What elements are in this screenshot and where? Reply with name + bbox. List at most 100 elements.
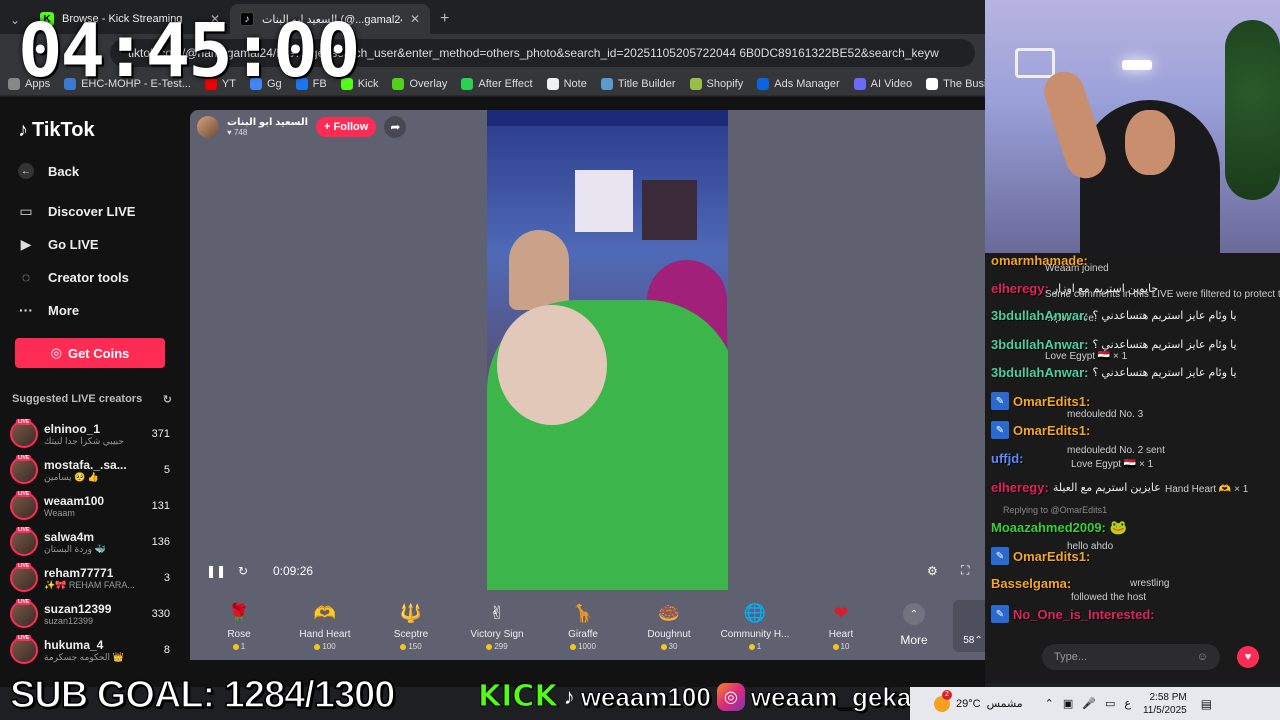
emoji-icon[interactable]: ☺ xyxy=(1197,651,1208,663)
tiktok-logo[interactable]: ♪ TikTok xyxy=(18,119,95,142)
moderator-tool-icon: ✎ xyxy=(991,421,1009,439)
viewer-count: 371 xyxy=(151,428,170,440)
chat-input[interactable]: Type... ☺ xyxy=(1042,644,1220,670)
refresh-icon[interactable]: ↻ xyxy=(163,393,172,406)
chat-input-placeholder: Type... xyxy=(1054,651,1088,663)
instagram-handle: weaam_geka xyxy=(750,682,912,712)
creator-caption: وردة البستان 🐳 xyxy=(44,543,106,554)
nav-creator-tools[interactable]: ◌ Creator tools xyxy=(18,269,129,285)
creator-name: salwa4m xyxy=(44,529,95,544)
gift-heart[interactable]: ❤ Heart 10 xyxy=(798,599,884,652)
system-message: Some comments in this LIVE were filtered… xyxy=(1045,289,1280,300)
live-badge: LIVE xyxy=(16,635,32,641)
coin-icon xyxy=(400,643,407,650)
battery-icon[interactable]: ▭ xyxy=(1105,697,1115,710)
nav-more[interactable]: ··· More xyxy=(18,302,79,318)
gift-sceptre[interactable]: 🔱 Sceptre 150 xyxy=(368,599,454,652)
suggested-creator[interactable]: LIVE mostafa._.sa... يسامين 🥺 👍 5 xyxy=(10,453,170,487)
gift-community-heart[interactable]: 🌐 Community H... 1 xyxy=(712,599,798,652)
tiktok-handle: weaam100 xyxy=(580,682,711,712)
stream-timer: 04:45:00 xyxy=(18,8,360,94)
suggested-creator[interactable]: LIVE hukuma_4 الحكومه جسكرمة 👑 8 xyxy=(10,633,170,667)
bookmark-ai-video[interactable]: AI Video xyxy=(853,77,912,90)
shopify-icon xyxy=(689,77,702,90)
sun-icon: 2 xyxy=(934,689,952,712)
live-player[interactable]: السعيد ابو البنات ♥ 748 + Follow ➦ ❚❚ ↻ … xyxy=(190,110,985,590)
refresh-icon[interactable]: ↻ xyxy=(238,564,248,578)
fullscreen-icon[interactable]: ⛶ xyxy=(961,563,969,578)
suggested-creator[interactable]: LIVE salwa4m وردة البستان 🐳 136 xyxy=(10,525,170,559)
note-icon xyxy=(546,77,559,90)
chat-panel: omarmhamade: Weaam joined elheregy: جابوي… xyxy=(985,253,1280,683)
creator-caption: ✨🎀 REHAM FARA... xyxy=(44,579,135,590)
suggested-creator[interactable]: LIVE suzan12399 suzan12399 330 xyxy=(10,597,170,631)
bookmark-note[interactable]: Note xyxy=(546,77,587,90)
bookmark-ads-manager[interactable]: Ads Manager xyxy=(757,77,840,90)
microphone-icon[interactable]: 🎤 xyxy=(1082,697,1096,710)
system-message: Weaam joined xyxy=(1045,263,1109,274)
viewer-count: 5 xyxy=(163,464,170,476)
ellipsis-icon: ··· xyxy=(19,302,33,318)
coin-icon xyxy=(748,643,755,650)
share-icon[interactable]: ➦ xyxy=(384,116,407,138)
pause-icon[interactable]: ❚❚ xyxy=(206,564,226,578)
more-gifts-button[interactable]: ⌃ More xyxy=(884,603,944,647)
discover-live-icon: ▭ xyxy=(19,203,33,219)
system-message: Love Egypt 🇪🇬 × 1 xyxy=(1071,459,1154,470)
suggested-creator[interactable]: LIVE elninoo_1 حبيبي شكرا جدا لنيتك 371 xyxy=(10,417,170,451)
avatar: LIVE xyxy=(10,635,38,664)
coin-icon xyxy=(660,643,667,650)
live-badge: LIVE xyxy=(16,563,32,569)
like-heart-button[interactable]: ♥ xyxy=(1237,646,1259,668)
cam-plant xyxy=(1225,20,1280,200)
creator-name: elninoo_1 xyxy=(44,421,101,436)
live-badge: LIVE xyxy=(16,491,32,497)
nav-go-live[interactable]: ▶ Go LIVE xyxy=(18,236,99,253)
clock[interactable]: 2:58 PM 11/5/2025 xyxy=(1143,691,1187,717)
new-tab-button[interactable]: + xyxy=(430,4,459,34)
avatar: LIVE xyxy=(10,419,38,448)
gift-rose[interactable]: 🌹 Rose 1 xyxy=(196,599,282,652)
suggested-creator[interactable]: LIVE reham77771 ✨🎀 REHAM FARA... 3 xyxy=(10,561,170,595)
settings-icon[interactable]: ⚙ xyxy=(927,564,938,578)
chat-message: ✎ No_One_is_Interested: xyxy=(991,605,1155,623)
notifications-icon[interactable]: ▤ xyxy=(1201,697,1212,711)
creator-caption: الحكومه جسكرمة 👑 xyxy=(44,651,124,662)
live-badge: LIVE xyxy=(16,455,32,461)
gift-doughnut[interactable]: 🍩 Doughnut 30 xyxy=(626,599,712,652)
bookmark-shopify[interactable]: Shopify xyxy=(689,77,743,90)
bookmark-the-busin[interactable]: The Busin xyxy=(926,77,985,90)
avatar: LIVE xyxy=(10,491,38,520)
weather-widget[interactable]: 2 29°C مشمس xyxy=(934,689,1023,712)
gift-giraffe[interactable]: 🦒 Giraffe 1000 xyxy=(540,599,626,652)
display-icon[interactable]: ▣ xyxy=(1063,697,1073,710)
close-tab-icon[interactable]: ✕ xyxy=(410,12,420,26)
system-message: Love Egypt 🇪🇬 × 1 xyxy=(1045,351,1128,362)
chevron-up-icon[interactable]: ⌃ xyxy=(1045,697,1054,710)
suggested-creator[interactable]: LIVE weaam100 Weaam 131 xyxy=(10,489,170,523)
bookmark-overlay[interactable]: Overlay xyxy=(392,77,447,90)
sub-goal-overlay: SUB GOAL: 1284/1300 xyxy=(9,674,396,716)
follow-button[interactable]: + Follow xyxy=(316,117,377,137)
video-poster xyxy=(642,180,697,240)
language-indicator[interactable]: ع xyxy=(1124,697,1131,710)
host-name[interactable]: السعيد ابو البنات xyxy=(227,117,308,128)
gift-victory-sign[interactable]: ✌ Victory Sign 299 xyxy=(454,599,540,652)
gift-hand-heart[interactable]: 🫶 Hand Heart 100 xyxy=(282,599,368,652)
cam-hoop xyxy=(1015,48,1055,78)
video-person xyxy=(509,230,569,310)
video-banner xyxy=(487,110,728,126)
coin-icon xyxy=(232,643,239,650)
tiktok-icon: ♪ xyxy=(563,684,575,709)
back-button[interactable]: ← Back xyxy=(18,163,79,179)
bookmark-after-effect[interactable]: After Effect xyxy=(461,77,533,90)
get-coins-button[interactable]: ◎ Get Coins xyxy=(15,338,165,368)
host-avatar[interactable] xyxy=(197,116,219,138)
bookmark-title-builder[interactable]: Title Builder xyxy=(600,77,676,90)
live-video[interactable] xyxy=(487,110,728,590)
giraffe-icon: 🦒 xyxy=(571,602,595,623)
system-message: medouledd No. 2 sent xyxy=(1067,445,1165,456)
coin-icon: ◎ xyxy=(50,345,62,360)
nav-discover-live[interactable]: ▭ Discover LIVE xyxy=(18,203,135,220)
chat-message: Basselgama: xyxy=(991,576,1072,591)
